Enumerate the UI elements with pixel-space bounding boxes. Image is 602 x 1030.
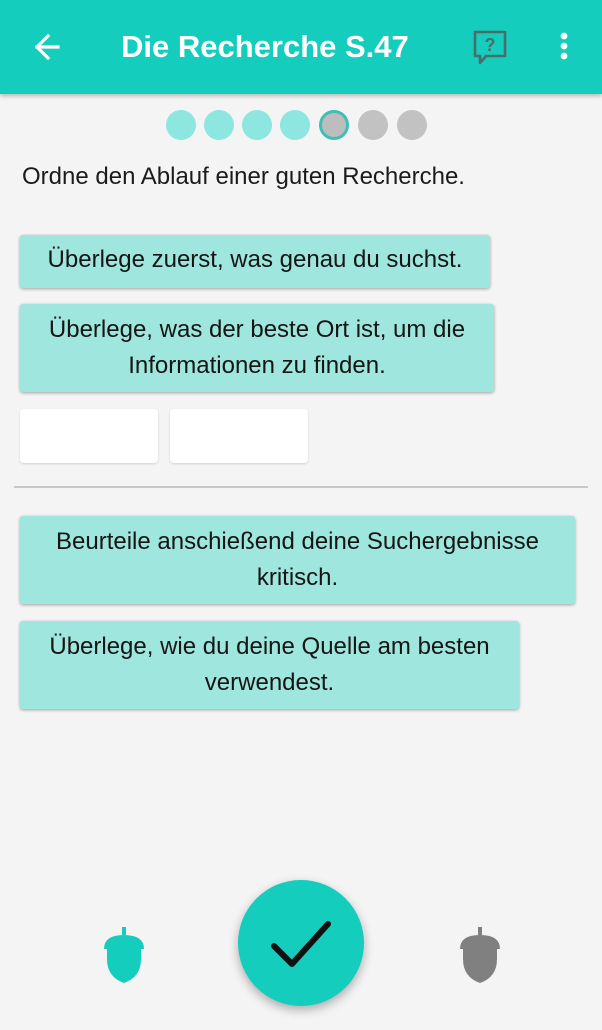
card-text: Überlege zuerst, was genau du suchst. [47, 246, 463, 273]
card-text-line: Überlege, was der beste Ort ist, um die [48, 316, 466, 343]
empty-answer-slot[interactable] [20, 409, 158, 463]
svg-text:?: ? [485, 35, 496, 55]
progress-dot [397, 110, 427, 140]
page-title: Die Recherche S.47 [121, 29, 409, 64]
card-text-line: Informationen zu finden. [128, 352, 386, 379]
progress-dot-current [319, 110, 349, 140]
help-bubble-icon[interactable]: ? [470, 28, 510, 68]
empty-answer-slot[interactable] [170, 409, 308, 463]
progress-dot [242, 110, 272, 140]
pool-card[interactable]: Beurteile anschießend deine Suchergebnis… [20, 516, 575, 604]
progress-dot [166, 110, 196, 140]
more-vertical-icon[interactable] [552, 28, 576, 68]
progress-dot [204, 110, 234, 140]
app-bar: Die Recherche S.47 ? [0, 0, 602, 94]
progress-dot [358, 110, 388, 140]
acorn-icon [101, 925, 147, 985]
answer-card[interactable]: Überlege zuerst, was genau du suchst. [20, 235, 490, 288]
card-text-line: verwendest. [204, 669, 335, 696]
progress-dot [280, 110, 310, 140]
back-arrow-icon[interactable] [28, 27, 68, 67]
check-button[interactable] [238, 880, 364, 1006]
divider [14, 486, 588, 488]
pool-card[interactable]: Überlege, wie du deine Quelle am besten … [20, 621, 519, 709]
task-instruction: Ordne den Ablauf einer guten Recherche. [22, 163, 465, 190]
card-text-line: Beurteile anschießend deine Suchergebnis… [56, 528, 539, 555]
card-text-line: Überlege, wie du deine Quelle am besten [49, 633, 490, 660]
card-text-line: kritisch. [256, 564, 339, 591]
checkmark-icon [271, 921, 331, 967]
acorn-icon [457, 925, 503, 985]
answer-card[interactable]: Überlege, was der beste Ort ist, um die … [20, 304, 494, 392]
